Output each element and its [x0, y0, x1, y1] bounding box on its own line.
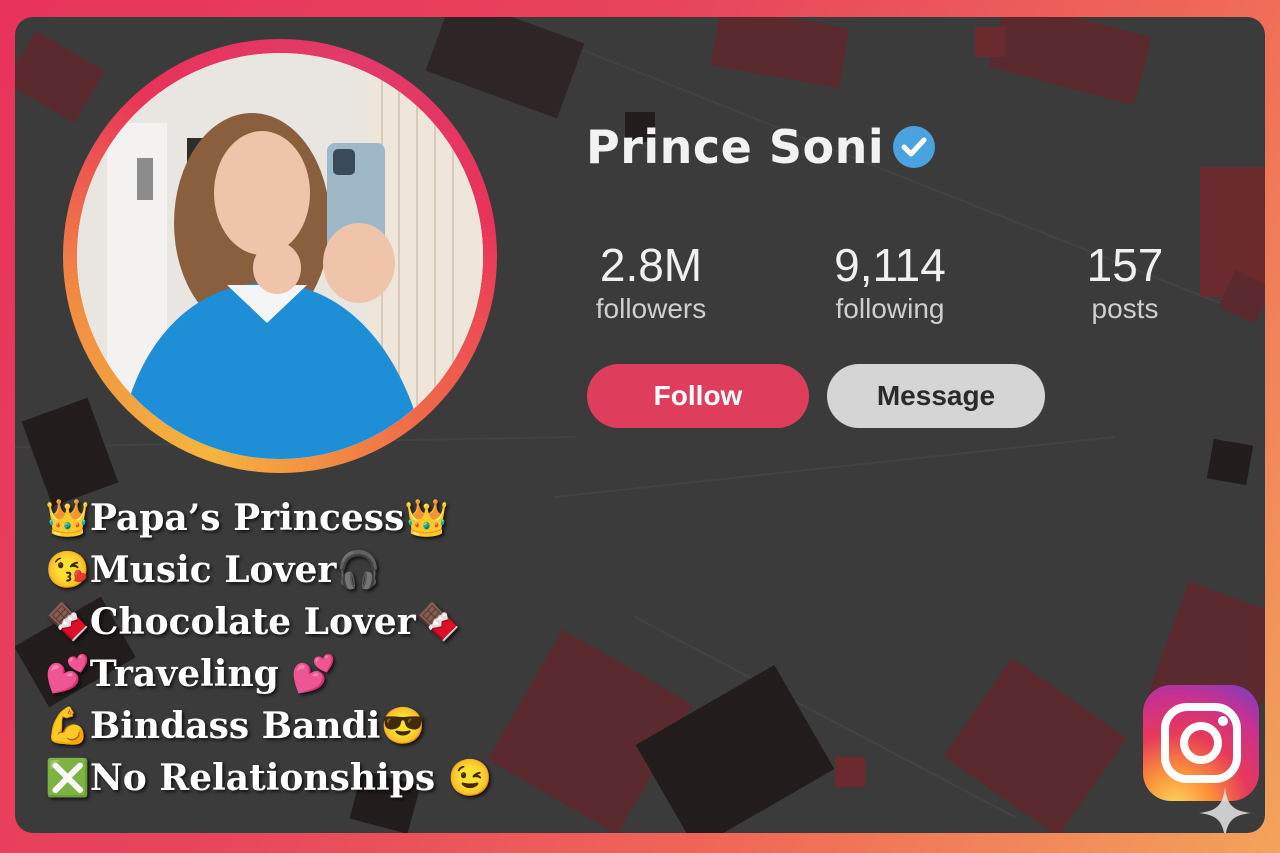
avatar[interactable]	[77, 53, 483, 459]
sparkle-icon	[1199, 787, 1251, 833]
profile-photo	[77, 53, 483, 459]
bio-line: 💪Bindass Bandi😎	[45, 705, 426, 747]
bio-line: 😘Music Lover🎧	[45, 549, 382, 591]
bio-line: 👑Papa’s Princess👑	[45, 497, 450, 539]
stat-label: followers	[595, 293, 707, 324]
profile-bio: 👑Papa’s Princess👑 😘Music Lover🎧 🍫Chocola…	[45, 492, 493, 804]
avatar-story-ring[interactable]	[63, 39, 497, 473]
stat-value: 2.8M	[599, 239, 703, 291]
profile-frame: Prince Soni 2.8M followers 9,114 followi…	[0, 0, 1280, 853]
profile-name: Prince Soni	[586, 120, 885, 174]
stat-value: 9,114	[834, 239, 946, 291]
bio-line: 💕Traveling 💕	[45, 653, 337, 695]
verified-check-icon	[893, 126, 936, 168]
stat-posts[interactable]: 157 posts	[1055, 239, 1195, 327]
bio-line: ❎No Relationships 😉	[45, 757, 493, 799]
stat-label: posts	[1091, 293, 1159, 324]
bio-line: 🍫Chocolate Lover🍫	[45, 601, 461, 643]
stat-label: following	[835, 293, 945, 324]
stat-value: 157	[1086, 239, 1164, 291]
follow-button[interactable]: Follow	[587, 364, 809, 428]
profile-card: Prince Soni 2.8M followers 9,114 followi…	[15, 17, 1265, 833]
stat-following[interactable]: 9,114 following	[810, 239, 970, 327]
message-button[interactable]: Message	[827, 364, 1045, 428]
stat-followers[interactable]: 2.8M followers	[571, 239, 731, 327]
profile-name-row: Prince Soni	[586, 120, 936, 174]
